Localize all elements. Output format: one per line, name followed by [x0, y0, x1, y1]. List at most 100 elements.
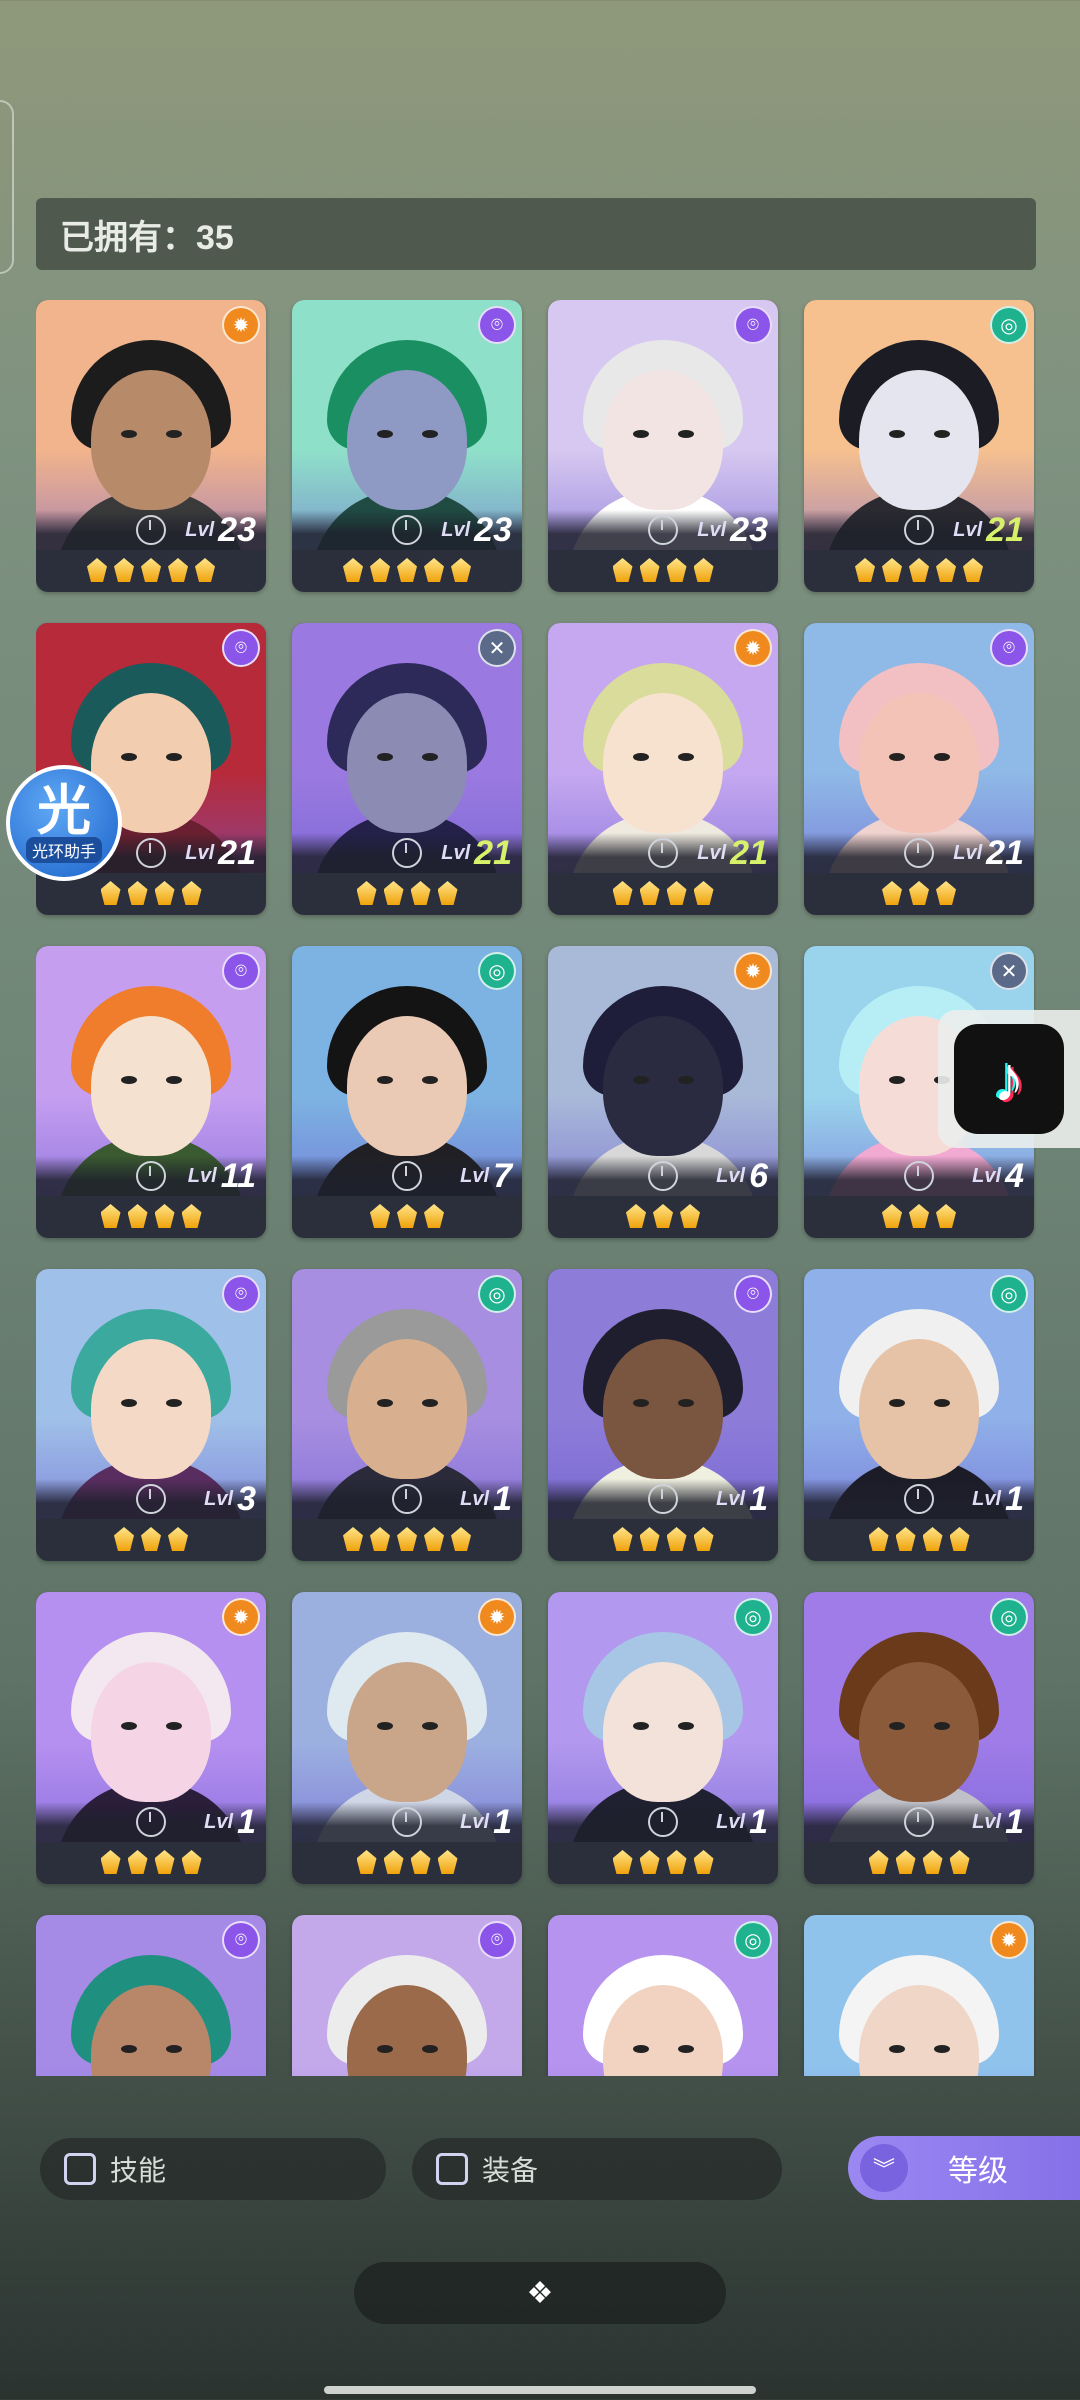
element-purple-icon: ⌾ — [478, 1921, 516, 1959]
assistant-float-button[interactable]: 光 光环助手 — [6, 765, 122, 881]
star-rating — [36, 1844, 266, 1880]
element-grey-icon: ✕ — [478, 629, 516, 667]
skill-filter-toggle[interactable]: 技能 — [40, 2138, 386, 2200]
portrait-eye — [678, 753, 694, 761]
star-rating — [36, 1521, 266, 1557]
level-row: Lvl 1 — [292, 1479, 522, 1519]
character-card[interactable]: ◎ Lvl 1 — [804, 1269, 1034, 1561]
level-prefix: Lvl — [953, 518, 983, 541]
clock-icon — [136, 838, 166, 868]
star-gem-icon — [909, 1204, 929, 1228]
star-gem-icon — [922, 1850, 943, 1874]
clock-icon — [136, 1807, 166, 1837]
portrait-eye — [422, 1399, 438, 1407]
star-rating — [548, 552, 778, 588]
character-card[interactable]: ✹ Lvl 1 — [36, 1592, 266, 1884]
star-rating — [804, 875, 1034, 911]
star-rating — [548, 875, 778, 911]
star-gem-icon — [397, 1204, 417, 1228]
character-card[interactable]: ⌾ Lvl 1 — [548, 1269, 778, 1561]
skill-checkbox[interactable] — [64, 2153, 96, 2185]
portrait-face — [603, 1662, 723, 1802]
star-rating — [292, 552, 522, 588]
level-number: 21 — [986, 510, 1024, 549]
character-card[interactable]: ⌾ — [292, 1915, 522, 2076]
level-row: Lvl 1 — [548, 1802, 778, 1842]
star-gem-icon — [181, 881, 202, 905]
equip-checkbox[interactable] — [436, 2153, 468, 2185]
star-rating — [804, 1844, 1034, 1880]
element-grey-icon: ✕ — [990, 952, 1028, 990]
character-card[interactable]: ⌾ Lvl 21 — [804, 623, 1034, 915]
portrait-eye — [889, 1722, 905, 1730]
character-card[interactable]: ◎ Lvl 1 — [548, 1592, 778, 1884]
character-card[interactable]: ◎ Lvl 1 — [804, 1592, 1034, 1884]
portrait-eye — [678, 1722, 694, 1730]
star-gem-icon — [612, 1527, 633, 1551]
character-card[interactable]: ⌾ Lvl 23 — [548, 300, 778, 592]
element-purple-icon: ⌾ — [222, 629, 260, 667]
character-card[interactable]: ◎ — [548, 1915, 778, 2076]
clock-icon — [648, 515, 678, 545]
tiktok-float-button[interactable]: ♪ — [938, 1010, 1080, 1148]
portrait-eye — [678, 1399, 694, 1407]
clock-icon — [648, 1484, 678, 1514]
character-card[interactable]: ◎ Lvl 21 — [804, 300, 1034, 592]
star-gem-icon — [397, 558, 417, 582]
portrait-face — [91, 1016, 211, 1156]
expand-button[interactable]: ❖ — [354, 2262, 726, 2324]
star-gem-icon — [936, 558, 956, 582]
level-row: Lvl 1 — [292, 1802, 522, 1842]
assistant-label: 光环助手 — [25, 837, 102, 863]
element-teal-icon: ◎ — [478, 1275, 516, 1313]
level-number: 6 — [749, 1156, 768, 1195]
star-gem-icon — [936, 881, 956, 905]
star-gem-icon — [127, 881, 148, 905]
star-gem-icon — [882, 558, 902, 582]
character-card[interactable]: ⌾ Lvl 11 — [36, 946, 266, 1238]
equip-filter-toggle[interactable]: 装备 — [412, 2138, 782, 2200]
character-card[interactable]: ◎ Lvl 1 — [292, 1269, 522, 1561]
portrait-eye — [422, 753, 438, 761]
level-row: Lvl 23 — [292, 510, 522, 550]
character-card[interactable]: ✹ Lvl 23 — [36, 300, 266, 592]
home-indicator[interactable] — [324, 2386, 756, 2394]
portrait-eye — [422, 1722, 438, 1730]
star-gem-icon — [868, 1850, 889, 1874]
character-card[interactable]: ⌾ Lvl 3 — [36, 1269, 266, 1561]
clock-icon — [392, 838, 422, 868]
element-purple-icon: ⌾ — [222, 1921, 260, 1959]
star-gem-icon — [127, 1850, 148, 1874]
star-gem-icon — [410, 1850, 431, 1874]
element-orange-icon: ✹ — [734, 629, 772, 667]
level-number: 21 — [730, 833, 768, 872]
star-gem-icon — [639, 1527, 660, 1551]
portrait-face — [859, 693, 979, 833]
character-card[interactable]: ✹ Lvl 21 — [548, 623, 778, 915]
character-card[interactable]: ◎ Lvl 7 — [292, 946, 522, 1238]
star-rating — [292, 1521, 522, 1557]
level-prefix: Lvl — [716, 1810, 746, 1833]
level-prefix: Lvl — [460, 1164, 490, 1187]
character-card[interactable]: ⌾ — [36, 1915, 266, 2076]
character-card[interactable]: ⌾ Lvl 23 — [292, 300, 522, 592]
star-gem-icon — [922, 1527, 943, 1551]
level-row: Lvl 4 — [804, 1156, 1034, 1196]
edge-pull-tab[interactable] — [0, 100, 14, 274]
star-gem-icon — [424, 1204, 444, 1228]
star-gem-icon — [195, 558, 215, 582]
portrait-eye — [166, 1076, 182, 1084]
character-card[interactable]: ✹ — [804, 1915, 1034, 2076]
level-sort-button[interactable]: ︾ 等级 — [848, 2136, 1080, 2200]
star-gem-icon — [612, 881, 633, 905]
star-gem-icon — [141, 1527, 161, 1551]
character-card[interactable]: ✹ Lvl 6 — [548, 946, 778, 1238]
character-card[interactable]: ✕ Lvl 21 — [292, 623, 522, 915]
tiktok-icon: ♪ — [954, 1024, 1064, 1134]
sort-chevron-icon: ︾ — [860, 2144, 908, 2192]
star-gem-icon — [114, 558, 134, 582]
character-card[interactable]: ✹ Lvl 1 — [292, 1592, 522, 1884]
level-row: Lvl 21 — [548, 833, 778, 873]
portrait-eye — [678, 430, 694, 438]
portrait-eye — [121, 1722, 137, 1730]
